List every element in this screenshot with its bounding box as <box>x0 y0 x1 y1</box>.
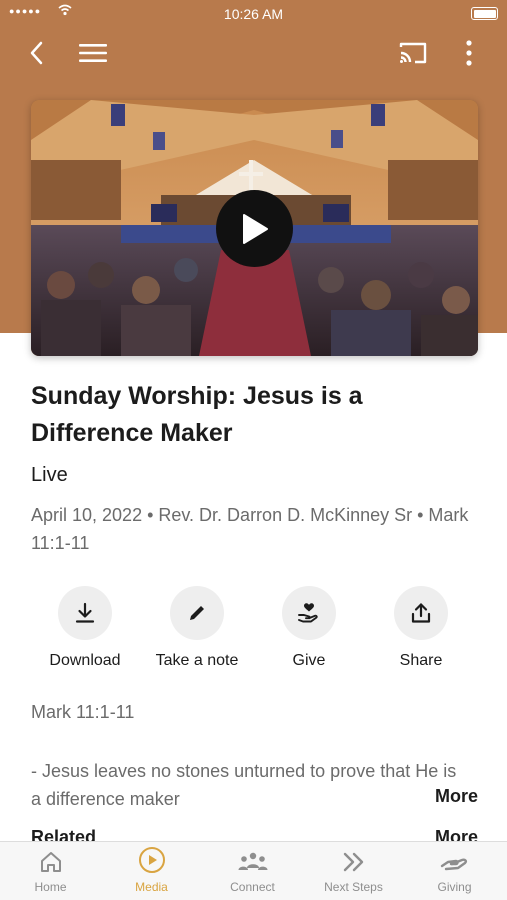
status-bar: ●●●●● 10:26 AM <box>0 0 507 28</box>
tab-home[interactable]: Home <box>0 842 101 900</box>
tab-next-steps[interactable]: Next Steps <box>303 842 404 900</box>
share-icon <box>411 603 431 623</box>
give-heart-hand-icon <box>298 603 318 623</box>
more-options-button[interactable] <box>454 38 484 68</box>
action-row: Download Take a note Give Share <box>29 586 479 686</box>
take-a-note-button[interactable]: Take a note <box>141 586 253 670</box>
tab-media-label: Media <box>135 880 168 894</box>
cast-button[interactable] <box>398 38 428 68</box>
cast-icon <box>399 42 427 64</box>
menu-button[interactable] <box>78 38 108 68</box>
sermon-description: - Jesus leaves no stones unturned to pro… <box>31 761 457 809</box>
tab-giving-label: Giving <box>437 880 472 894</box>
share-label: Share <box>399 652 443 669</box>
battery-icon <box>471 7 498 20</box>
live-status: Live <box>31 464 68 486</box>
top-nav-bar <box>0 30 507 74</box>
tab-next-steps-label: Next Steps <box>324 880 383 894</box>
giving-hand-icon <box>440 858 467 871</box>
share-button[interactable]: Share <box>365 586 477 670</box>
tab-media[interactable]: Media <box>101 842 202 900</box>
pencil-icon <box>190 606 204 620</box>
status-time: 10:26 AM <box>223 6 284 22</box>
related-more-link[interactable]: More <box>435 827 478 841</box>
tab-giving[interactable]: Giving <box>404 842 505 900</box>
download-label: Download <box>49 652 121 669</box>
bottom-tab-bar: Home Media Connect Next Steps Giving <box>0 841 507 900</box>
give-button[interactable]: Give <box>253 586 365 670</box>
hamburger-icon <box>79 44 107 62</box>
sermon-meta: April 10, 2022 • Rev. Dr. Darron D. McKi… <box>31 505 469 553</box>
tab-connect-label: Connect <box>230 880 275 894</box>
download-icon <box>75 602 95 623</box>
home-icon <box>40 852 61 872</box>
tab-connect[interactable]: Connect <box>202 842 303 900</box>
tab-home-label: Home <box>34 880 67 894</box>
related-heading: Related <box>31 827 97 841</box>
more-vertical-icon <box>466 40 472 66</box>
take-a-note-label: Take a note <box>155 652 239 669</box>
back-button[interactable] <box>22 38 52 68</box>
group-icon <box>238 852 267 870</box>
description-more-link[interactable]: More <box>435 786 478 807</box>
video-player[interactable] <box>31 100 478 356</box>
scripture-reference: Mark 11:1-11 <box>31 702 135 722</box>
play-button[interactable] <box>216 190 293 267</box>
give-label: Give <box>292 652 326 669</box>
double-chevron-right-icon <box>343 852 363 872</box>
sermon-title: Sunday Worship: Jesus is a Difference Ma… <box>31 382 363 447</box>
download-button[interactable]: Download <box>29 586 141 670</box>
play-icon <box>242 213 268 244</box>
play-circle-icon <box>138 847 165 873</box>
chevron-left-icon <box>30 41 43 65</box>
